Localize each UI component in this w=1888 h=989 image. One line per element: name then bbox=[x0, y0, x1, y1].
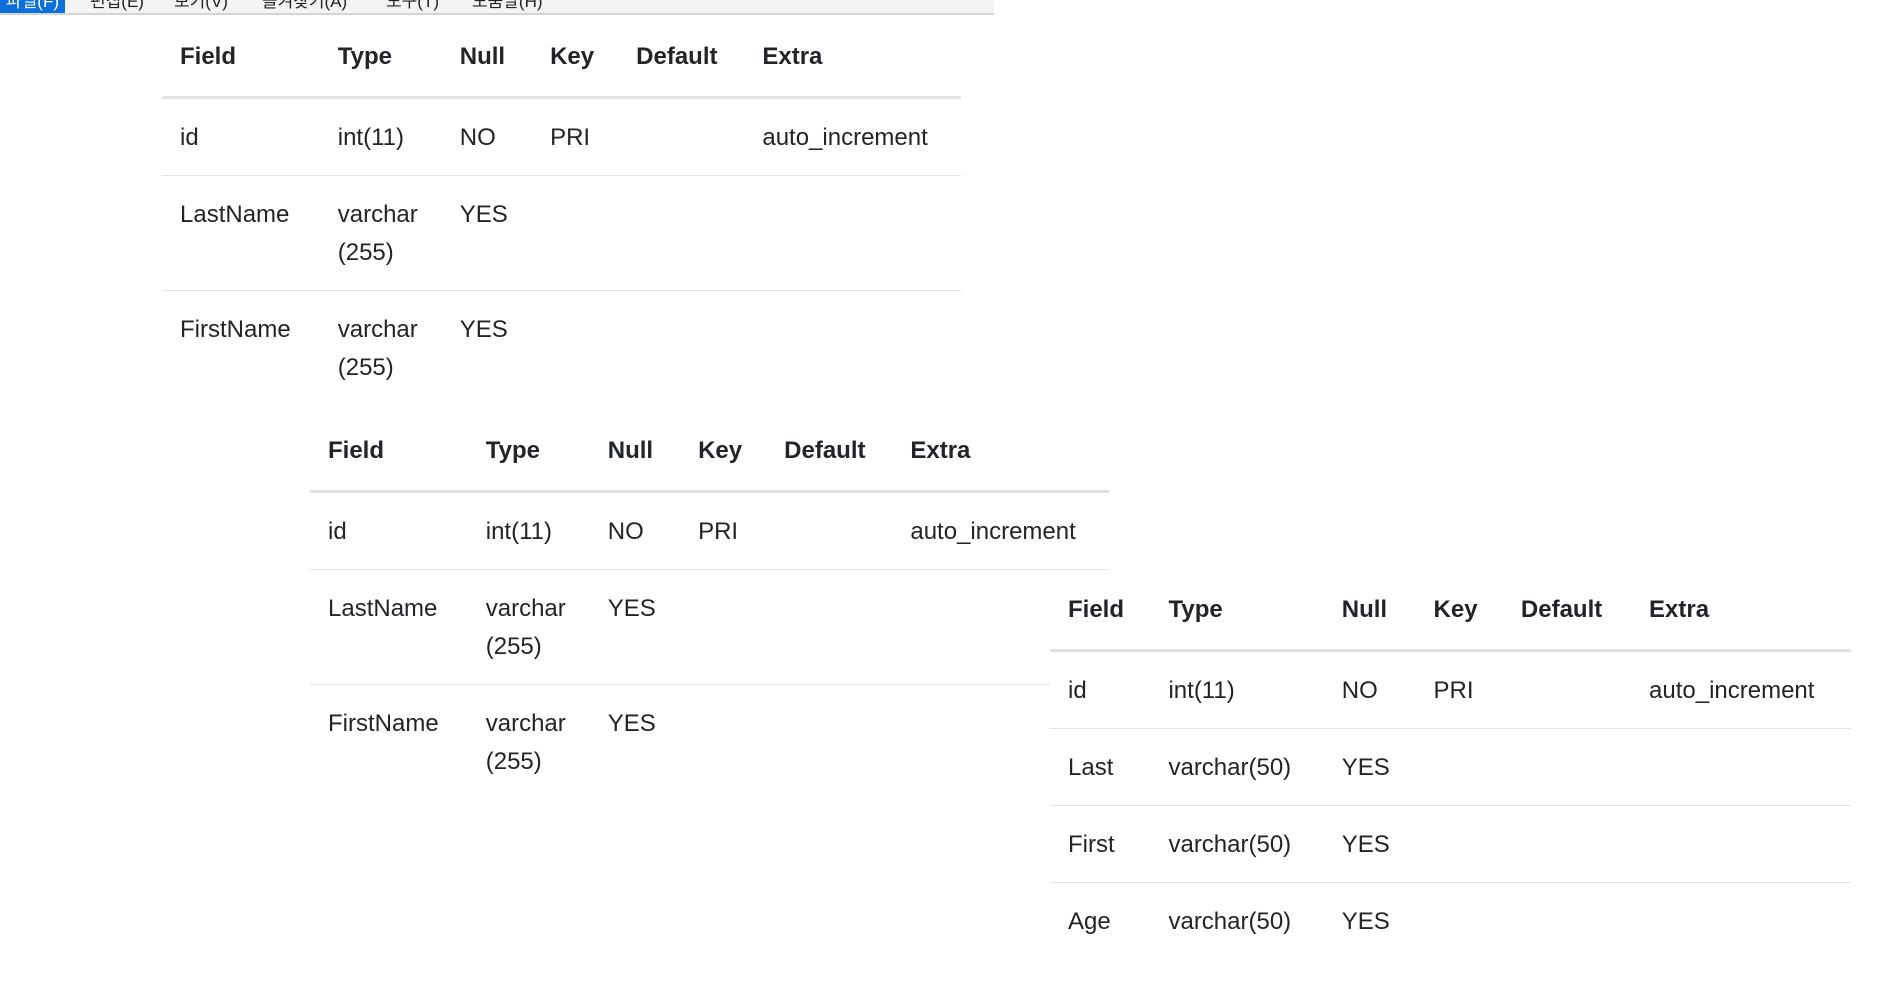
cell-key bbox=[1416, 883, 1503, 960]
col-key: Key bbox=[680, 412, 767, 493]
cell-null: YES bbox=[1323, 805, 1416, 883]
cell-extra: auto_increment bbox=[1631, 650, 1851, 729]
cell-null: YES bbox=[1323, 728, 1416, 806]
schema-table-2: Field Type Null Key Default Extra id int… bbox=[310, 412, 1109, 799]
col-default: Default bbox=[618, 18, 745, 99]
table-row: Age varchar(50) YES bbox=[1050, 883, 1851, 960]
col-null: Null bbox=[441, 18, 533, 99]
col-type: Type bbox=[467, 412, 590, 493]
menu-edit[interactable]: 편집(E) bbox=[84, 0, 150, 13]
cell-null: YES bbox=[589, 569, 681, 685]
menu-help[interactable]: 도움말(H) bbox=[466, 0, 549, 13]
cell-key bbox=[680, 569, 767, 685]
col-key: Key bbox=[1415, 571, 1503, 652]
col-null: Null bbox=[589, 412, 681, 493]
table-header-row: Field Type Null Key Default Extra bbox=[310, 412, 1109, 493]
cell-extra bbox=[1631, 883, 1851, 960]
cell-default bbox=[618, 97, 745, 176]
col-extra: Extra bbox=[744, 18, 961, 99]
cell-field: FirstName bbox=[328, 710, 439, 737]
cell-null: NO bbox=[589, 491, 681, 570]
cell-type: varchar (255) bbox=[337, 316, 418, 381]
cell-default bbox=[1503, 883, 1631, 960]
table-row: First varchar(50) YES bbox=[1050, 805, 1851, 883]
cell-field: id bbox=[310, 491, 468, 570]
cell-extra: auto_increment bbox=[892, 491, 1109, 570]
cell-field: First bbox=[1050, 805, 1151, 883]
cell-default bbox=[618, 291, 744, 406]
col-extra: Extra bbox=[1631, 571, 1851, 652]
cell-type: varchar (255) bbox=[467, 569, 590, 685]
cell-extra bbox=[1631, 728, 1851, 806]
cell-null: NO bbox=[441, 97, 533, 176]
table-row: id int(11) NO PRI auto_increment bbox=[1050, 650, 1851, 729]
cell-default bbox=[766, 685, 892, 800]
cell-extra bbox=[744, 291, 961, 406]
cell-null: YES bbox=[459, 316, 508, 343]
table-row: FirstName varchar (255) YES bbox=[310, 685, 1109, 800]
table-row: LastName varchar (255) YES bbox=[162, 175, 961, 291]
col-default: Default bbox=[766, 412, 893, 493]
cell-field: LastName bbox=[162, 175, 320, 291]
col-type: Type bbox=[1150, 571, 1324, 652]
cell-null: YES bbox=[441, 175, 533, 291]
table-row: LastName varchar (255) YES bbox=[310, 569, 1109, 685]
menu-bar: 파일(F) 편집(E) 보기(V) 즐겨찾기(A) 도구(T) 도움말(H) bbox=[0, 0, 994, 15]
cell-type: varchar(50) bbox=[1150, 728, 1324, 806]
col-field: Field bbox=[162, 18, 320, 99]
table-row: FirstName varchar (255) YES bbox=[162, 291, 961, 406]
menu-favorites[interactable]: 즐겨찾기(A) bbox=[256, 0, 353, 13]
col-null: Null bbox=[1323, 571, 1416, 652]
cell-null: NO bbox=[1323, 650, 1416, 729]
cell-type: varchar(50) bbox=[1168, 908, 1292, 935]
cell-field: Age bbox=[1068, 908, 1111, 935]
cell-default bbox=[1502, 650, 1632, 729]
cell-key bbox=[532, 291, 618, 406]
col-key: Key bbox=[532, 18, 619, 99]
cell-extra bbox=[1631, 805, 1851, 883]
cell-field: id bbox=[1050, 650, 1151, 729]
schema-table-1: Field Type Null Key Default Extra id int… bbox=[162, 18, 961, 405]
cell-field: LastName bbox=[310, 569, 468, 685]
table-header-row: Field Type Null Key Default Extra bbox=[1050, 571, 1851, 652]
cell-key bbox=[1415, 728, 1503, 806]
cell-key bbox=[532, 175, 619, 291]
cell-key: PRI bbox=[532, 97, 619, 176]
cell-extra bbox=[744, 175, 961, 291]
table-row: Last varchar(50) YES bbox=[1050, 728, 1851, 806]
cell-key: PRI bbox=[680, 491, 767, 570]
table-row: id int(11) NO PRI auto_increment bbox=[162, 97, 961, 176]
cell-type: varchar (255) bbox=[485, 710, 566, 775]
table-row: id int(11) NO PRI auto_increment bbox=[310, 491, 1109, 570]
cell-extra: auto_increment bbox=[744, 97, 961, 176]
cell-default bbox=[618, 175, 745, 291]
col-extra: Extra bbox=[892, 412, 1109, 493]
menu-view[interactable]: 보기(V) bbox=[168, 0, 234, 13]
cell-key: PRI bbox=[1415, 650, 1503, 729]
cell-default bbox=[1502, 728, 1632, 806]
cell-key bbox=[1415, 805, 1503, 883]
cell-field: FirstName bbox=[180, 316, 291, 343]
cell-field: id bbox=[162, 97, 320, 176]
col-field: Field bbox=[1050, 571, 1151, 652]
cell-type: int(11) bbox=[1150, 650, 1324, 729]
menu-tools[interactable]: 도구(T) bbox=[380, 0, 445, 13]
cell-type: varchar (255) bbox=[319, 175, 442, 291]
cell-key bbox=[680, 685, 766, 800]
cell-null: YES bbox=[607, 710, 656, 737]
cell-default bbox=[766, 569, 893, 685]
col-type: Type bbox=[319, 18, 442, 99]
cell-null: YES bbox=[1341, 908, 1390, 935]
col-default: Default bbox=[1502, 571, 1632, 652]
cell-field: Last bbox=[1050, 728, 1151, 806]
cell-type: int(11) bbox=[319, 97, 442, 176]
col-field: Field bbox=[310, 412, 468, 493]
cell-type: int(11) bbox=[467, 491, 590, 570]
schema-table-3: Field Type Null Key Default Extra id int… bbox=[1050, 571, 1851, 959]
table-header-row: Field Type Null Key Default Extra bbox=[162, 18, 961, 99]
cell-type: varchar(50) bbox=[1150, 805, 1324, 883]
menu-file[interactable]: 파일(F) bbox=[0, 0, 65, 13]
cell-default bbox=[766, 491, 893, 570]
cell-default bbox=[1502, 805, 1632, 883]
